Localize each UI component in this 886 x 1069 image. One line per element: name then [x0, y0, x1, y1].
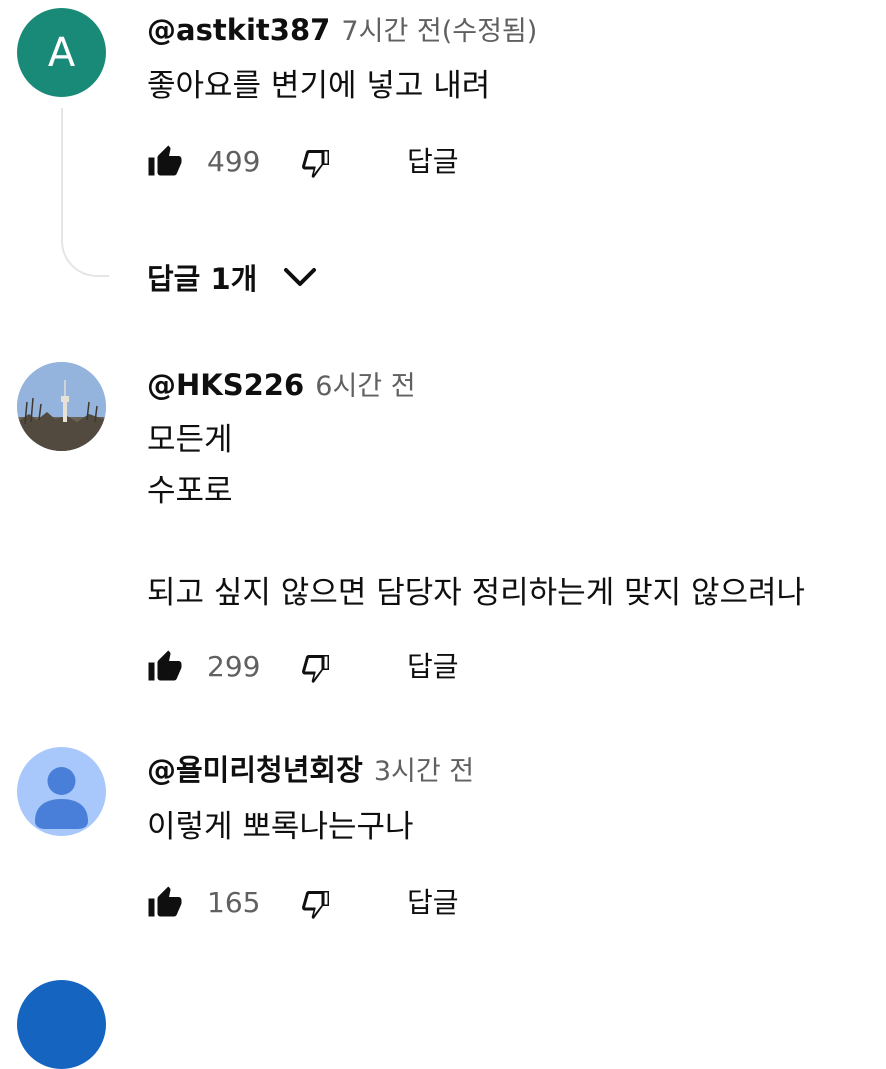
replies-count-label: 답글 1개: [147, 262, 258, 296]
author-handle[interactable]: @욜미리청년회장: [147, 753, 363, 787]
timestamp[interactable]: 7시간 전(수정됨): [341, 16, 537, 47]
avatar[interactable]: [17, 980, 106, 1069]
comment-text: 이렇게 뽀록나는구나: [147, 809, 414, 845]
thumbs-down-icon[interactable]: [299, 144, 335, 180]
comment-thread: @HKS226 6시간 전 모든게 수포로 되고 싶지 않으면 담당자 정리하는…: [0, 360, 886, 700]
like-count: 299: [207, 650, 261, 683]
author-handle[interactable]: @astkit387: [147, 13, 330, 47]
thumbs-down-icon[interactable]: [299, 885, 335, 921]
comment-actions: 499 답글: [147, 140, 547, 184]
thumbs-up-icon[interactable]: [147, 885, 183, 921]
comment-actions: 165 답글: [147, 881, 547, 925]
chevron-down-icon: [284, 268, 317, 286]
default-user-icon: [35, 767, 88, 829]
like-count: 165: [207, 886, 261, 919]
comment-header: @욜미리청년회장 3시간 전: [147, 752, 474, 793]
comment-actions: 299 답글: [147, 645, 547, 689]
like-count: 499: [207, 145, 261, 178]
avatar-initial: A: [47, 29, 76, 76]
thumbs-down-icon[interactable]: [299, 649, 335, 685]
avatar[interactable]: [17, 362, 106, 451]
comment-text: 모든게 수포로 되고 싶지 않으면 담당자 정리하는게 맞지 않으려나: [147, 422, 806, 611]
thumbs-up-icon[interactable]: [147, 649, 183, 685]
thumbs-up-icon[interactable]: [147, 144, 183, 180]
thread-line: [61, 108, 109, 277]
reply-button[interactable]: 답글: [407, 881, 459, 925]
author-handle[interactable]: @HKS226: [147, 368, 304, 402]
comment-header: @HKS226 6시간 전: [147, 367, 416, 408]
timestamp[interactable]: 3시간 전: [374, 756, 474, 787]
reply-button[interactable]: 답글: [407, 645, 459, 689]
avatar[interactable]: [17, 747, 106, 836]
reply-button[interactable]: 답글: [407, 140, 459, 184]
timestamp[interactable]: 6시간 전: [315, 371, 415, 402]
comment-header: @astkit387 7시간 전(수정됨): [147, 12, 537, 53]
avatar[interactable]: A: [17, 8, 106, 97]
comment-thread: A @astkit387 7시간 전(수정됨) 좋아요를 변기에 넣고 내려 4…: [0, 0, 886, 310]
avatar-photo-image: [17, 362, 106, 451]
comment-thread: @욜미리청년회장 3시간 전 이렇게 뽀록나는구나 165 답글: [0, 745, 886, 945]
view-replies-button[interactable]: 답글 1개: [147, 255, 317, 299]
comment-text: 좋아요를 변기에 넣고 내려: [147, 68, 491, 104]
